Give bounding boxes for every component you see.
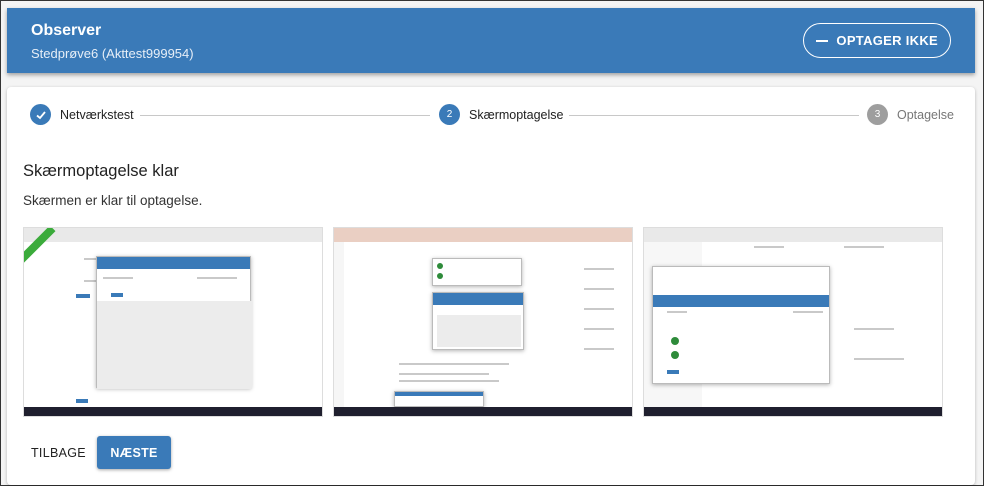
header-title: Observer (31, 22, 102, 39)
screen-preview-list (23, 227, 943, 417)
app-frame: Observer Stedprøve6 (Akttest999954) OPTA… (0, 0, 984, 486)
step-screen-recording[interactable]: 2 Skærmoptagelse (439, 104, 564, 125)
page-description: Skærmen er klar til optagelse. (23, 193, 203, 208)
step-network-test[interactable]: Netværkstest (30, 104, 134, 125)
recording-status-label: OPTAGER IKKE (836, 33, 938, 48)
step-label: Netværkstest (60, 107, 134, 122)
wizard-card: Netværkstest 2 Skærmoptagelse 3 Optagels… (7, 87, 975, 485)
screen-preview-1[interactable] (23, 227, 323, 417)
screen-preview-2[interactable] (333, 227, 633, 417)
recording-status-button[interactable]: OPTAGER IKKE (803, 23, 951, 58)
step-label: Skærmoptagelse (469, 107, 564, 122)
step-number: 2 (439, 104, 460, 125)
header-subtitle: Stedprøve6 (Akttest999954) (31, 46, 194, 61)
back-button[interactable]: TILBAGE (21, 437, 96, 469)
step-number: 3 (867, 104, 888, 125)
screen-preview-3[interactable] (643, 227, 943, 417)
step-connector (140, 115, 430, 116)
minus-icon (816, 39, 829, 42)
stepper: Netværkstest 2 Skærmoptagelse 3 Optagels… (7, 87, 975, 143)
page-title: Skærmoptagelse klar (23, 162, 179, 180)
next-button[interactable]: NÆSTE (97, 436, 171, 469)
step-recording[interactable]: 3 Optagelse (867, 104, 954, 125)
check-icon (30, 104, 51, 125)
app-header: Observer Stedprøve6 (Akttest999954) OPTA… (7, 8, 975, 73)
step-label: Optagelse (897, 107, 954, 122)
step-connector (569, 115, 859, 116)
